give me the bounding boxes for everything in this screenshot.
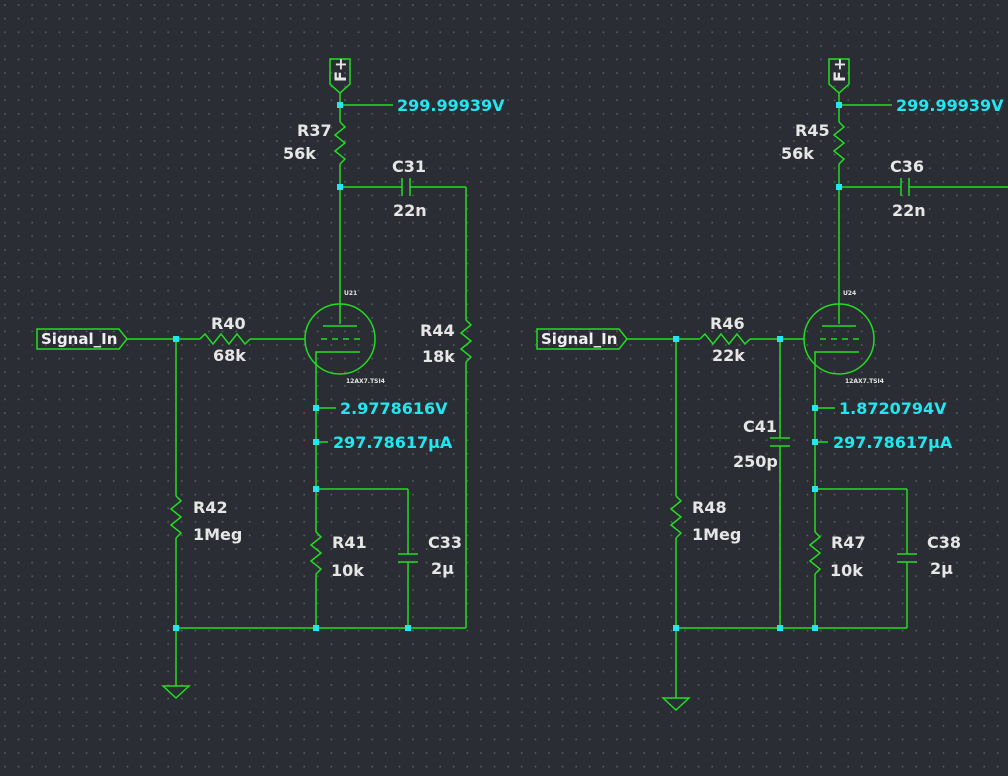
r-plate-ref: R37 <box>297 121 332 140</box>
supply-probe: 299.99939V <box>397 96 505 115</box>
grid-dots <box>0 0 1008 776</box>
r-cathode-ref: R41 <box>332 533 367 552</box>
c-couple-ref: C31 <box>392 157 426 176</box>
c-bypass-value: 2µ <box>431 559 454 578</box>
tube-ref: U24 <box>843 290 856 297</box>
tube-ref: U21 <box>344 290 357 297</box>
supply-label: F+ <box>331 58 350 82</box>
c-couple-value: 22n <box>892 201 926 220</box>
tube-model: 12AX7.TSI4 <box>845 378 884 385</box>
schematic-canvas[interactable]: F+ 299.99939V R37 56k C31 22n U21 12AX7.… <box>0 0 1008 776</box>
r-plate-value: 56k <box>781 144 814 163</box>
supply-label: F+ <box>830 58 849 82</box>
r-leak-value: 1Meg <box>692 525 741 544</box>
r-cathode-value: 10k <box>830 561 863 580</box>
cathode-voltage-probe: 2.9778616V <box>340 399 448 418</box>
c-bypass-value: 2µ <box>930 559 953 578</box>
c-shunt-ref: C41 <box>743 417 777 436</box>
cathode-current-probe: 297.78617µA <box>333 433 453 452</box>
r-grid-ref: R46 <box>710 314 745 333</box>
r-grid-value: 68k <box>213 346 246 365</box>
c-bypass-ref: C33 <box>428 533 462 552</box>
r-cathode-value: 10k <box>331 561 364 580</box>
r-grid-value: 22k <box>712 346 745 365</box>
input-port-label: Signal_In <box>41 330 117 348</box>
r-load-ref: R44 <box>420 321 455 340</box>
cathode-voltage-probe: 1.8720794V <box>839 399 947 418</box>
r-plate-ref: R45 <box>795 121 830 140</box>
input-port[interactable]: Signal_In <box>536 328 628 350</box>
c-couple-value: 22n <box>393 201 427 220</box>
input-port[interactable]: Signal_In <box>36 328 128 350</box>
r-leak-ref: R48 <box>692 498 727 517</box>
c-couple-ref: C36 <box>890 157 924 176</box>
r-leak-value: 1Meg <box>193 525 242 544</box>
r-grid-ref: R40 <box>211 314 246 333</box>
tube-model: 12AX7.TSI4 <box>346 378 385 385</box>
cathode-current-probe: 297.78617µA <box>833 433 953 452</box>
r-load-value: 18k <box>422 347 455 366</box>
c-shunt-value: 250p <box>733 452 778 471</box>
c-bypass-ref: C38 <box>927 533 961 552</box>
r-leak-ref: R42 <box>193 498 228 517</box>
r-cathode-ref: R47 <box>831 533 866 552</box>
input-port-label: Signal_In <box>541 330 617 348</box>
r-plate-value: 56k <box>283 144 316 163</box>
supply-probe: 299.99939V <box>896 96 1004 115</box>
